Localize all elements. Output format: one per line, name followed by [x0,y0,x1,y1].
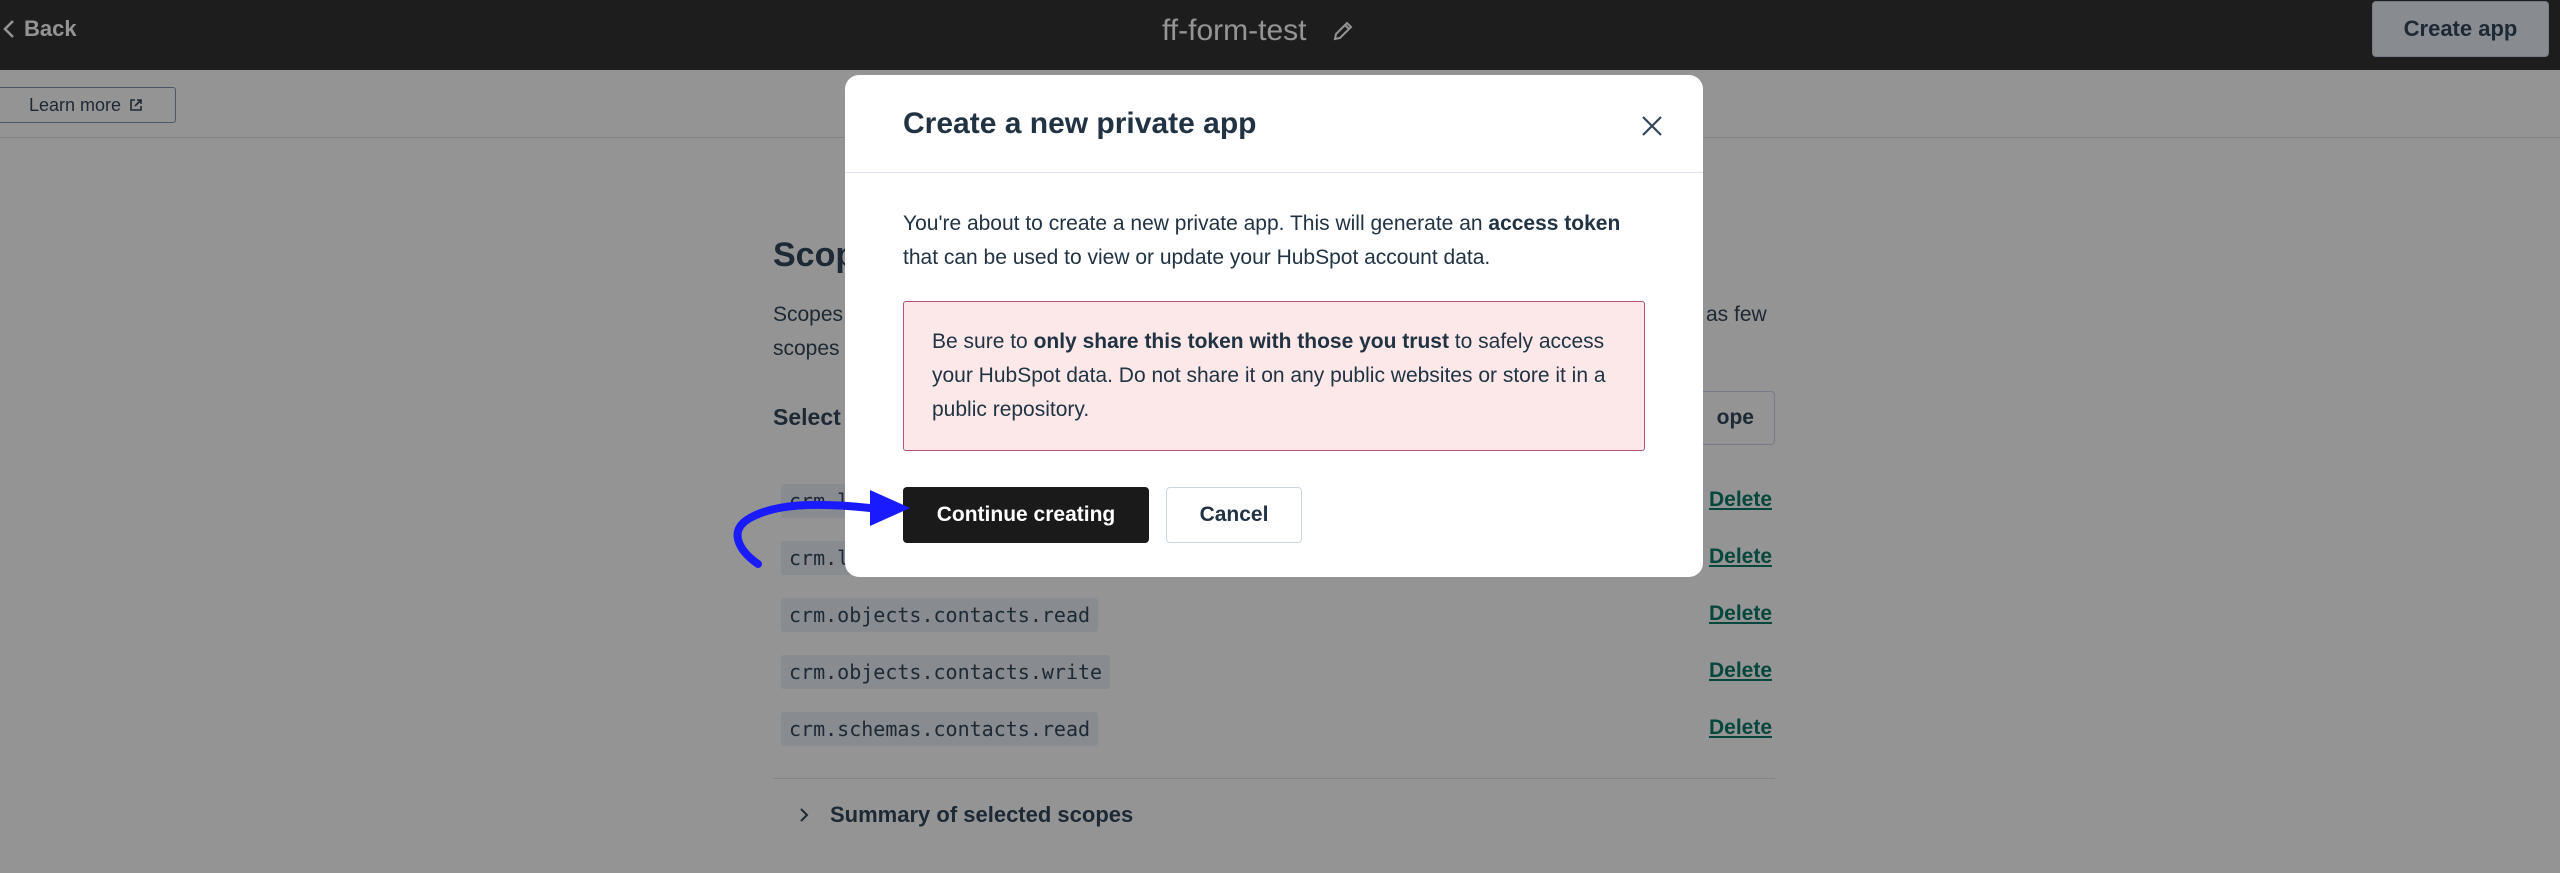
create-private-app-modal: Create a new private app You're about to… [845,75,1703,577]
intro-text-1: You're about to create a new private app… [903,212,1489,235]
warning-text-1: Be sure to [932,330,1034,353]
modal-header: Create a new private app [845,75,1703,173]
close-button[interactable] [1638,112,1666,140]
cancel-button[interactable]: Cancel [1166,487,1302,543]
intro-bold: access token [1488,212,1621,235]
modal-title: Create a new private app [903,107,1257,140]
modal-intro: You're about to create a new private app… [903,207,1663,275]
intro-text-2: that can be used to view or update your … [903,246,1491,269]
continue-creating-button[interactable]: Continue creating [903,487,1149,543]
warning-bold: only share this token with those you tru… [1033,330,1449,353]
close-icon [1642,116,1662,136]
annotation-arrow-icon [733,490,910,568]
warning-alert: Be sure to only share this token with th… [903,301,1645,451]
